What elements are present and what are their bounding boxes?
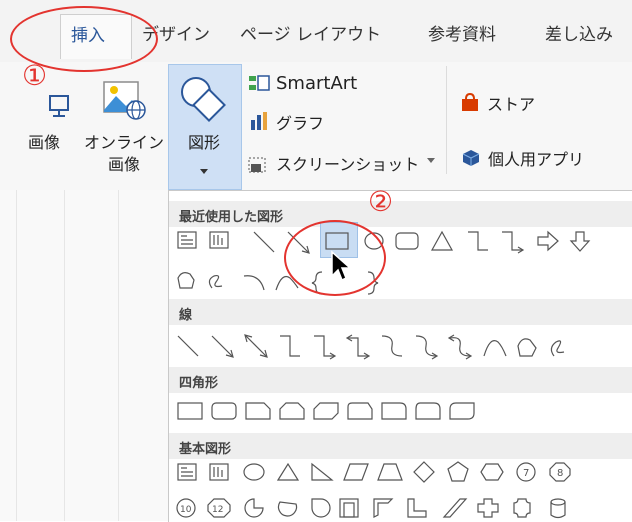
store-icon	[462, 92, 478, 111]
dodecagon-shape[interactable]: 12	[207, 498, 231, 518]
rounded-rectangle-shape[interactable]	[211, 402, 237, 420]
chart-button[interactable]: グラフ	[276, 110, 324, 134]
can-shape[interactable]	[550, 498, 566, 519]
column-guide	[64, 190, 65, 521]
smartart-button[interactable]: SmartArt	[276, 73, 357, 94]
rectangles-row	[177, 402, 475, 420]
scribble-shape[interactable]	[208, 275, 223, 289]
right-triangle-shape[interactable]	[311, 462, 334, 481]
rounded-rectangle-shape[interactable]	[395, 232, 419, 250]
store-button[interactable]: ストア	[487, 91, 535, 115]
tab-mailings[interactable]: 差し込み	[545, 20, 613, 45]
octagon-shape[interactable]: 8	[549, 462, 571, 482]
decagon-shape[interactable]: 10	[176, 498, 196, 518]
section-basic: 基本図形	[169, 433, 632, 459]
l-shape[interactable]	[407, 498, 427, 518]
curved-double-arrow-shape[interactable]	[447, 334, 473, 360]
elbow-arrow-connector-shape[interactable]	[502, 231, 525, 254]
lines-row	[177, 334, 565, 360]
diagonal-stripe-shape[interactable]	[442, 498, 468, 518]
snip-and-round-rectangle-shape[interactable]	[347, 402, 373, 420]
chevron-down-icon	[200, 169, 208, 174]
step2-highlight-circle	[284, 220, 386, 296]
column-guide	[16, 190, 17, 521]
screenshot-button[interactable]: スクリーンショット	[276, 151, 419, 175]
pentagon-shape[interactable]	[447, 461, 469, 482]
elbow-double-arrow-shape[interactable]	[345, 334, 371, 360]
chart-icon	[251, 112, 267, 130]
round-single-corner-rectangle-shape[interactable]	[381, 402, 407, 420]
parallelogram-shape[interactable]	[343, 463, 369, 481]
elbow-arrow-shape[interactable]	[314, 335, 337, 360]
curved-arrow-connector-shape[interactable]	[415, 335, 439, 360]
freeform-shape[interactable]	[517, 338, 537, 357]
online-picture-button[interactable]: オンライン 画像	[78, 132, 170, 176]
section-rectangles: 四角形	[169, 367, 632, 393]
pie-shape[interactable]	[244, 498, 264, 518]
right-arrow-shape[interactable]	[537, 230, 559, 252]
picture-button-label[interactable]: 画像	[28, 132, 68, 154]
chord-shape[interactable]	[277, 501, 298, 517]
svg-text:8: 8	[557, 468, 563, 479]
recent-shapes-row-1	[177, 230, 591, 254]
elbow-connector-shape[interactable]	[280, 335, 300, 357]
heptagon-shape[interactable]: 7	[516, 462, 536, 482]
double-arrow-line-shape[interactable]	[244, 334, 268, 358]
arrow-line-shape[interactable]	[211, 335, 234, 358]
scribble-shape[interactable]	[550, 340, 565, 357]
step2-number: ②	[368, 185, 394, 218]
textbox-shape[interactable]	[177, 463, 197, 481]
curved-connector-shape[interactable]	[381, 335, 403, 357]
ribbon-separator	[446, 66, 447, 174]
arc-shape[interactable]	[243, 275, 265, 291]
triangle-shape[interactable]	[430, 230, 454, 251]
oval-shape[interactable]	[243, 463, 265, 481]
elbow-connector-shape[interactable]	[468, 231, 488, 251]
textbox-shape[interactable]	[177, 231, 197, 249]
round-diagonal-rectangle-shape[interactable]	[449, 402, 475, 420]
svg-text:7: 7	[523, 468, 529, 479]
diamond-shape[interactable]	[413, 461, 435, 483]
column-guide	[118, 190, 119, 521]
chevron-down-icon	[427, 158, 435, 163]
snip-single-corner-rectangle-shape[interactable]	[245, 402, 271, 420]
my-apps-button[interactable]: 個人用アプリ	[488, 146, 584, 170]
svg-text:12: 12	[212, 505, 223, 515]
line-shape[interactable]	[177, 335, 199, 357]
triangle-shape[interactable]	[276, 462, 300, 481]
vertical-textbox-shape[interactable]	[209, 463, 229, 481]
basic-shapes-row-1: 7 8	[177, 461, 571, 483]
online-picture-icon	[103, 81, 146, 120]
teardrop-shape[interactable]	[311, 498, 331, 518]
cross-shape[interactable]	[477, 498, 499, 518]
down-arrow-shape[interactable]	[569, 231, 591, 252]
round-same-side-rectangle-shape[interactable]	[415, 402, 441, 420]
svg-text:10: 10	[180, 505, 192, 515]
plaque-shape[interactable]	[513, 498, 531, 518]
curve-shape[interactable]	[483, 340, 507, 357]
my-apps-icon	[462, 150, 480, 166]
tab-page-layout[interactable]: ページ レイアウト	[240, 20, 381, 45]
frame-shape[interactable]	[339, 498, 359, 518]
shapes-button-label: 図形	[187, 133, 220, 152]
snip-diagonal-rectangle-shape[interactable]	[313, 402, 339, 420]
shapes-icon	[181, 77, 226, 122]
line-shape[interactable]	[253, 231, 275, 253]
basic-shapes-row-2: 10 12	[176, 498, 566, 519]
section-lines: 線	[169, 299, 632, 325]
half-frame-shape[interactable]	[373, 498, 394, 518]
smartart-icon	[249, 75, 270, 91]
document-area	[0, 190, 168, 521]
step1-number: ①	[22, 59, 48, 92]
vertical-textbox-shape[interactable]	[209, 231, 229, 249]
hexagon-shape[interactable]	[480, 463, 504, 481]
screenshot-icon	[248, 157, 266, 173]
rectangle-shape[interactable]	[177, 402, 203, 420]
freeform-shape[interactable]	[177, 272, 195, 289]
snip-same-side-rectangle-shape[interactable]	[279, 402, 305, 420]
tab-references[interactable]: 参考資料	[428, 20, 496, 45]
trapezoid-shape[interactable]	[377, 463, 403, 481]
